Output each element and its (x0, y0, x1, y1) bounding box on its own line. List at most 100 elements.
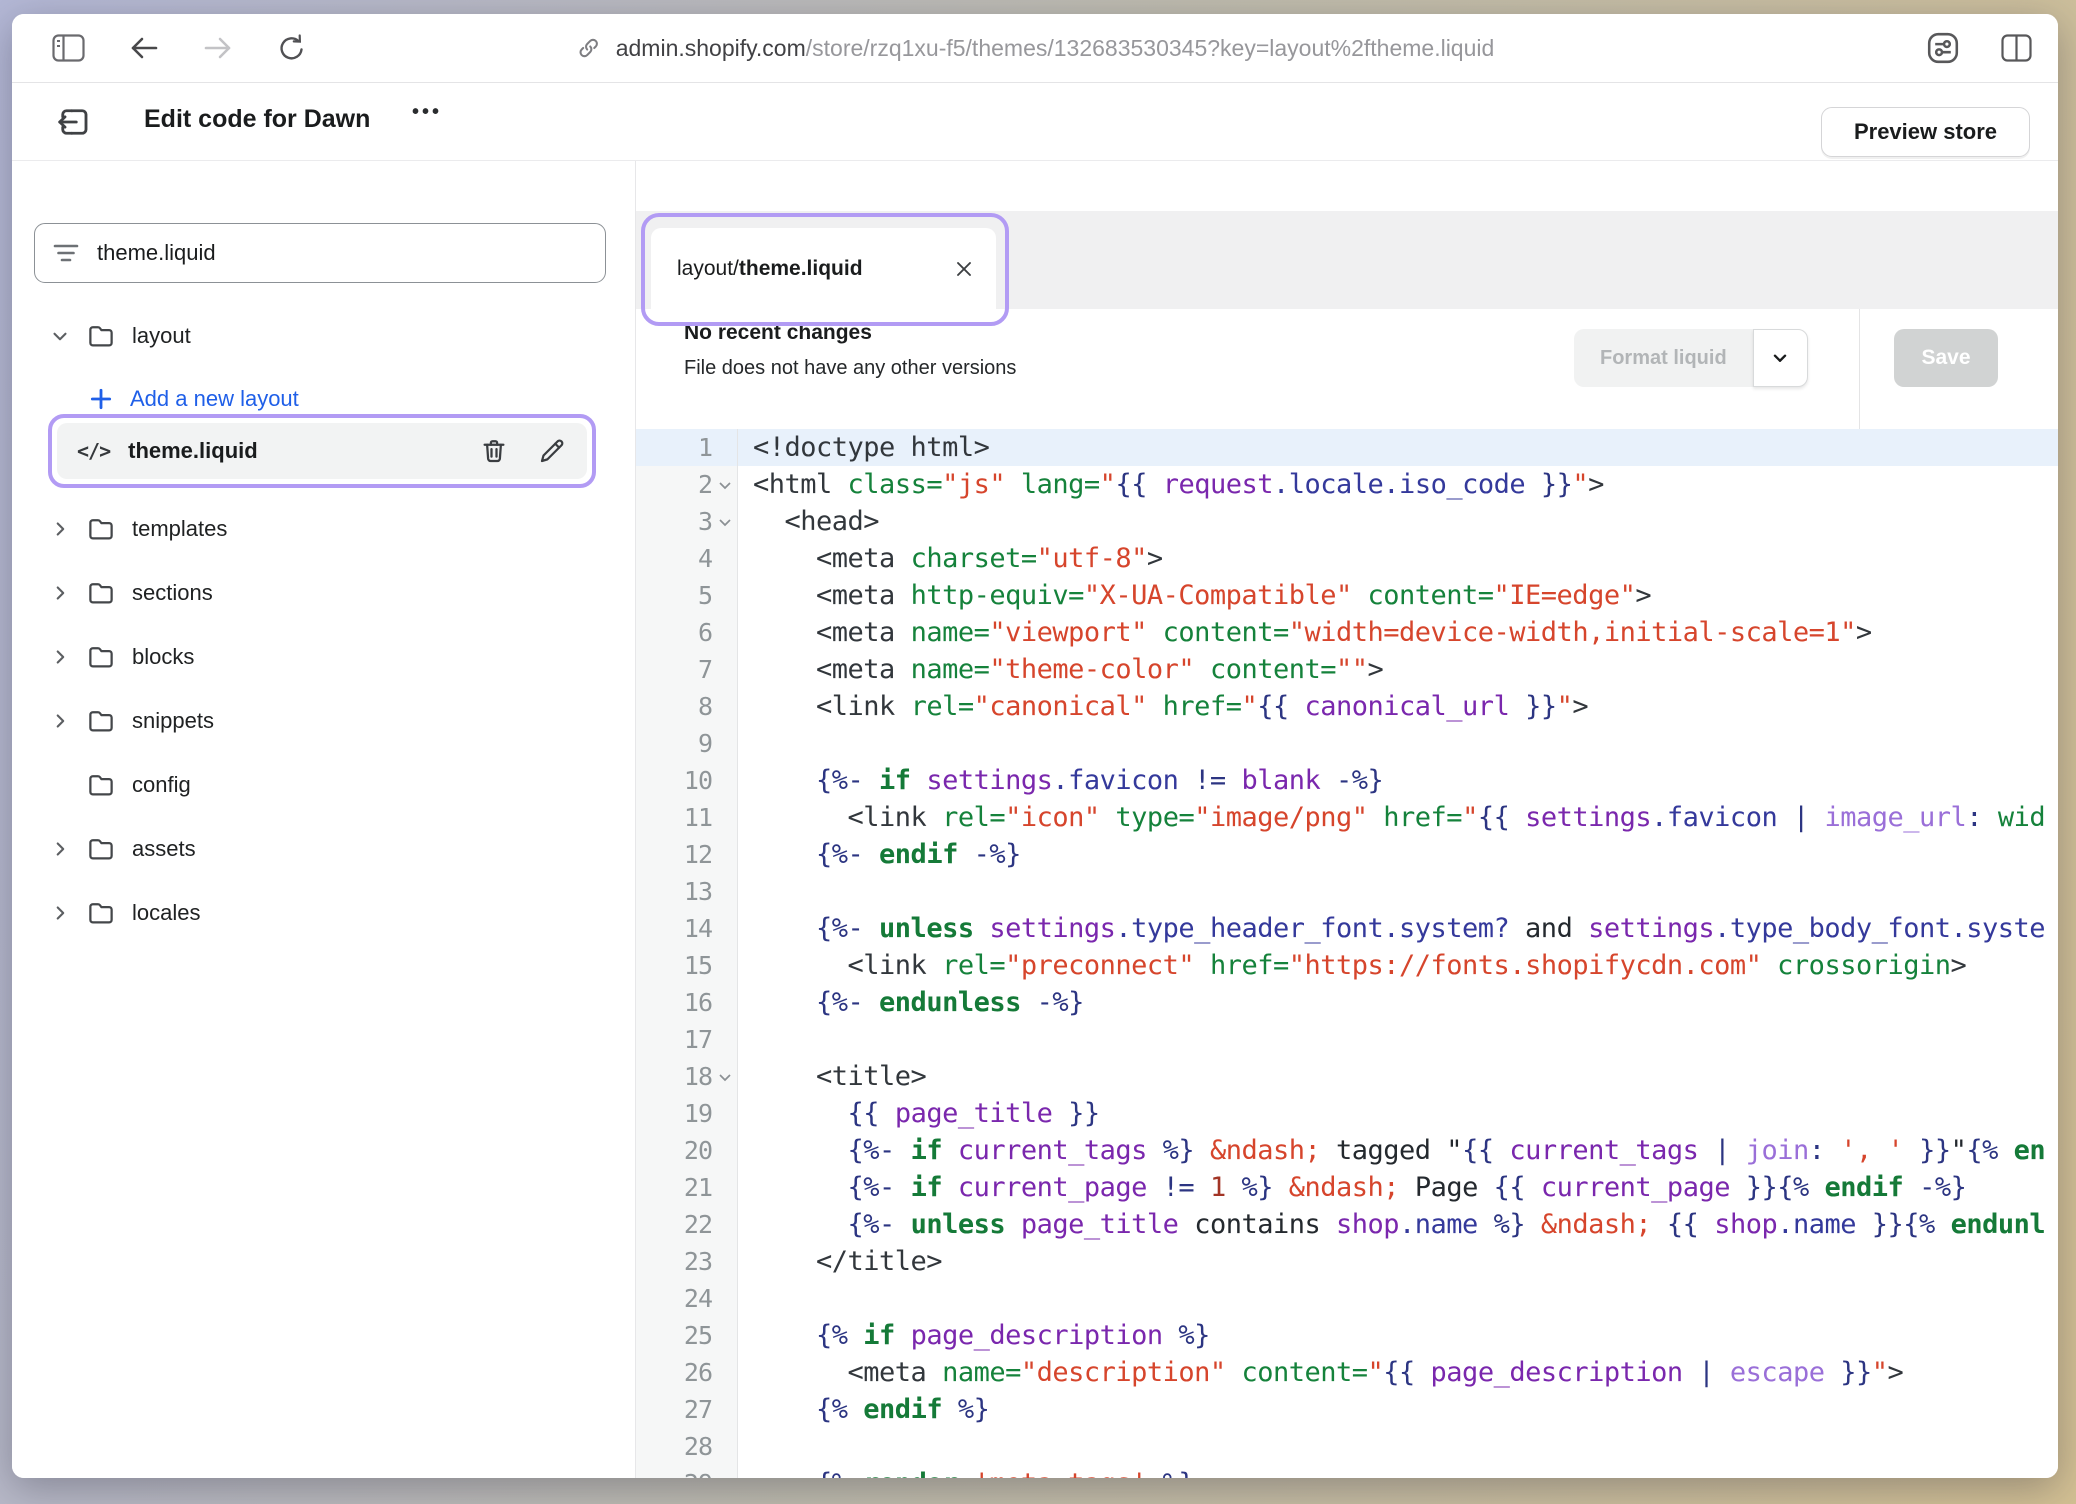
code-line[interactable]: {{ page_title }} (738, 1095, 2058, 1132)
folder-icon (86, 834, 116, 864)
code-line[interactable]: <meta http-equiv="X-UA-Compatible" conte… (738, 577, 2058, 614)
line-number: 20 (636, 1132, 737, 1169)
line-number: 24 (636, 1280, 737, 1317)
line-number: 6 (636, 614, 737, 651)
chevron-right-icon[interactable] (48, 645, 72, 669)
code-line[interactable]: <head> (738, 503, 2058, 540)
line-number: 9 (636, 725, 737, 762)
chevron-right-icon[interactable] (48, 901, 72, 925)
url-domain: admin.shopify.com (616, 35, 806, 61)
format-dropdown-button[interactable] (1753, 329, 1808, 387)
code-line[interactable]: {% render 'meta-tags' %} (738, 1465, 2058, 1478)
sidebar-item-label: layout (132, 323, 191, 349)
line-number: 1 (636, 429, 737, 466)
code-line[interactable]: <!doctype html> (738, 429, 2058, 466)
browser-sidebar-toggle-icon[interactable] (52, 34, 85, 62)
delete-file-icon[interactable] (479, 436, 509, 466)
chevron-spacer (48, 773, 72, 797)
line-number: 5 (636, 577, 737, 614)
code-file-icon: </> (77, 439, 110, 463)
code-line[interactable] (738, 1428, 2058, 1465)
save-button[interactable]: Save (1894, 329, 1998, 387)
code-line[interactable]: {%- if current_page != 1 %} &ndash; Page… (738, 1169, 2058, 1206)
sidebar-item-sections[interactable]: sections (48, 573, 213, 613)
close-icon[interactable] (954, 259, 974, 279)
code-line[interactable]: <meta name="description" content="{{ pag… (738, 1354, 2058, 1391)
code-line[interactable]: <link rel="canonical" href="{{ canonical… (738, 688, 2058, 725)
line-number: 23 (636, 1243, 737, 1280)
code-line[interactable]: <title> (738, 1058, 2058, 1095)
folder-icon (86, 770, 116, 800)
code-editor[interactable]: 1234567891011121314151617181920212223242… (636, 429, 2058, 1478)
code-line[interactable]: <meta name="theme-color" content=""> (738, 651, 2058, 688)
line-number: 2 (636, 466, 737, 503)
line-number: 26 (636, 1354, 737, 1391)
code-line[interactable]: {%- unless page_title contains shop.name… (738, 1206, 2058, 1243)
preview-store-button[interactable]: Preview store (1821, 107, 2030, 157)
code-line[interactable] (738, 725, 2058, 762)
line-number: 29 (636, 1465, 737, 1478)
code-line[interactable]: {% endif %} (738, 1391, 2058, 1428)
sidebar-item-theme-liquid[interactable]: </> theme.liquid (57, 423, 587, 479)
rename-file-icon[interactable] (537, 436, 567, 466)
line-number: 16 (636, 984, 737, 1021)
chevron-down-icon (1769, 347, 1791, 369)
file-search-input[interactable] (95, 239, 587, 267)
split-view-icon[interactable] (2001, 34, 2032, 62)
line-number: 10 (636, 762, 737, 799)
forward-icon[interactable] (203, 35, 233, 61)
code-line[interactable] (738, 1280, 2058, 1317)
sidebar-item-label: config (132, 772, 191, 798)
fold-toggle-icon[interactable] (718, 1073, 732, 1082)
back-icon[interactable] (129, 35, 159, 61)
code-line[interactable]: {%- unless settings.type_header_font.sys… (738, 910, 2058, 947)
more-actions-button[interactable]: ••• (412, 101, 442, 124)
code-content[interactable]: <!doctype html><html class="js" lang="{{… (738, 429, 2058, 1478)
page-settings-icon[interactable] (1925, 30, 1961, 66)
code-line[interactable] (738, 1021, 2058, 1058)
chevron-right-icon[interactable] (48, 837, 72, 861)
code-line[interactable]: </title> (738, 1243, 2058, 1280)
sidebar-item-layout[interactable]: layout (48, 316, 191, 356)
code-line[interactable]: {%- if current_tags %} &ndash; tagged "{… (738, 1132, 2058, 1169)
sidebar-item-label: blocks (132, 644, 194, 670)
code-line[interactable]: <link rel="icon" type="image/png" href="… (738, 799, 2058, 836)
sidebar-item-locales[interactable]: locales (48, 893, 200, 933)
folder-icon (86, 514, 116, 544)
fold-toggle-icon[interactable] (718, 481, 732, 490)
chevron-right-icon[interactable] (48, 709, 72, 733)
code-line[interactable]: <meta name="viewport" content="width=dev… (738, 614, 2058, 651)
chevron-right-icon[interactable] (48, 581, 72, 605)
sidebar-item-snippets[interactable]: snippets (48, 701, 214, 741)
filter-icon (53, 242, 79, 264)
code-line[interactable]: {% if page_description %} (738, 1317, 2058, 1354)
reload-icon[interactable] (277, 33, 307, 63)
line-number: 11 (636, 799, 737, 836)
chevron-down-icon[interactable] (48, 324, 72, 348)
code-line[interactable]: <meta charset="utf-8"> (738, 540, 2058, 577)
sidebar-item-blocks[interactable]: blocks (48, 637, 194, 677)
code-line[interactable]: <link rel="preconnect" href="https://fon… (738, 947, 2058, 984)
add-new-layout-button[interactable]: Add a new layout (88, 381, 299, 417)
line-number: 3 (636, 503, 737, 540)
code-line[interactable]: {%- endunless -%} (738, 984, 2058, 1021)
tab-bar: layout/theme.liquid (636, 211, 2058, 309)
sidebar-item-config[interactable]: config (48, 765, 191, 805)
fold-toggle-icon[interactable] (718, 518, 732, 527)
code-line[interactable]: {%- if settings.favicon != blank -%} (738, 762, 2058, 799)
code-line[interactable]: <html class="js" lang="{{ request.locale… (738, 466, 2058, 503)
chevron-right-icon[interactable] (48, 517, 72, 541)
line-number: 27 (636, 1391, 737, 1428)
line-number: 14 (636, 910, 737, 947)
plus-icon (88, 386, 114, 412)
file-search-box[interactable] (34, 223, 606, 283)
exit-code-editor-button[interactable] (54, 102, 94, 142)
code-line[interactable]: {%- endif -%} (738, 836, 2058, 873)
format-liquid-button[interactable]: Format liquid (1574, 329, 1753, 387)
code-line[interactable] (738, 873, 2058, 910)
sidebar-item-templates[interactable]: templates (48, 509, 227, 549)
sidebar-item-assets[interactable]: assets (48, 829, 196, 869)
tab-layout-theme-liquid[interactable]: layout/theme.liquid (651, 228, 996, 309)
address-bar[interactable]: admin.shopify.com/store/rzq1xu-f5/themes… (576, 14, 1495, 82)
line-number: 4 (636, 540, 737, 577)
